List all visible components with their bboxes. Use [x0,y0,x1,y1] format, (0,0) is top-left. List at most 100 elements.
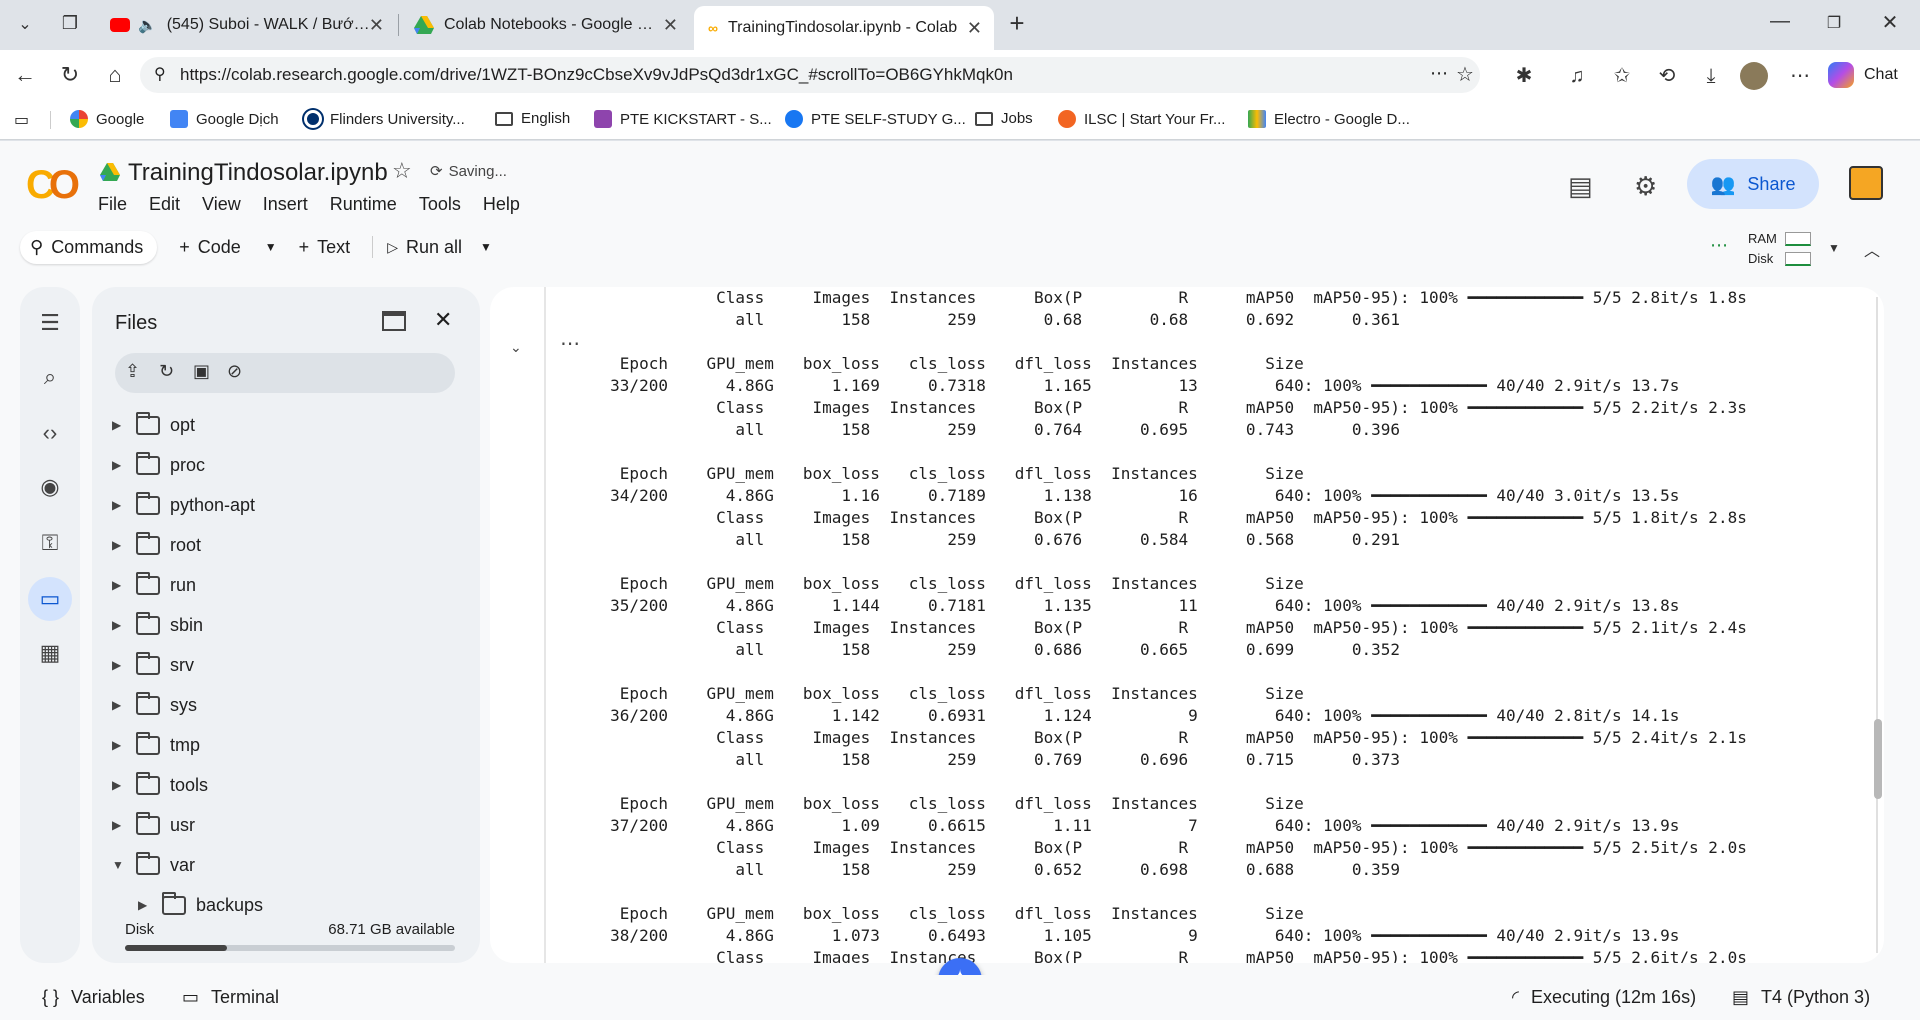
speaker-icon[interactable]: 🔈 [138,16,157,34]
upload-icon[interactable]: ⇪ [125,361,140,382]
menu-edit[interactable]: Edit [149,194,180,215]
terminal-button[interactable]: ▭ Terminal [182,987,279,1008]
menu-insert[interactable]: Insert [263,194,308,215]
settings-gear-icon[interactable]: ⚙ [1634,171,1657,202]
bookmark-star-icon[interactable]: ☆ [1456,62,1474,87]
caret-right-icon[interactable]: ▶ [112,538,136,552]
colab-logo[interactable]: CO [26,163,80,208]
workspaces-icon[interactable]: ❐ [55,8,85,38]
tab-list-button[interactable]: ⌄ [10,8,40,42]
add-code-button[interactable]: + Code ▼ [179,237,276,258]
resource-monitor[interactable]: RAM Disk [1748,229,1777,269]
file-tree-item[interactable]: ▶ usr [112,805,195,845]
runtime-status[interactable]: ▤ T4 (Python 3) [1732,987,1870,1008]
extensions-icon[interactable]: ✱ [1510,62,1538,90]
collapse-output-icon[interactable]: ⌄ [510,339,522,356]
refresh-icon[interactable]: ↻ [159,361,174,382]
run-all-button[interactable]: ▷ Run all ▼ [387,237,492,258]
copilot-chat-button[interactable]: Chat [1828,62,1898,88]
star-icon[interactable]: ☆ [392,158,412,184]
address-bar[interactable]: ⚲ https://colab.research.google.com/driv… [140,57,1480,93]
runtime-dropdown-icon[interactable]: ▼ [1828,241,1840,255]
site-info-icon[interactable]: ⚲ [154,64,166,84]
menu-file[interactable]: File [98,194,127,215]
browser-menu-icon[interactable]: ⋯ [1786,62,1814,90]
code-snippets-icon[interactable]: ‹› [28,411,72,455]
file-tree-item[interactable]: ▼ var [112,845,195,885]
minimize-button[interactable]: — [1760,10,1800,33]
profile-avatar[interactable] [1740,62,1768,90]
table-of-contents-icon[interactable]: ☰ [28,301,72,345]
bookmark-jobs[interactable]: Jobs [975,110,1033,127]
add-text-button[interactable]: + Text [299,237,351,258]
file-tree-item[interactable]: ▶ proc [112,445,205,485]
file-tree-item[interactable]: ▶ run [112,565,196,605]
caret-right-icon[interactable]: ▶ [138,898,162,912]
caret-down-icon[interactable]: ▼ [112,858,136,872]
caret-right-icon[interactable]: ▶ [112,418,136,432]
file-tree-item[interactable]: ▶ root [112,525,201,565]
find-replace-icon[interactable]: ⌕ [28,355,72,399]
bookmark-pte-self-study[interactable]: PTE SELF-STUDY G... [785,110,966,128]
inspector-eye-icon[interactable]: ◉ [28,465,72,509]
back-button[interactable]: ← [10,60,40,90]
caret-right-icon[interactable]: ▶ [112,658,136,672]
mount-drive-icon[interactable]: ▣ [193,361,210,382]
chevron-down-icon[interactable]: ▼ [265,240,277,254]
share-button[interactable]: 👥 Share [1687,159,1819,209]
account-avatar[interactable] [1849,166,1883,200]
new-tab-button[interactable]: + [1002,8,1032,38]
secrets-key-icon[interactable]: ⚿ [28,521,72,565]
close-panel-icon[interactable]: ✕ [434,307,452,333]
file-tree-item[interactable]: ▶ tools [112,765,208,805]
file-tree-item[interactable]: ▶ opt [112,405,195,445]
more-options-icon[interactable]: ⋯ [1430,63,1448,84]
favorites-icon[interactable]: ✩ [1608,62,1636,90]
caret-right-icon[interactable]: ▶ [112,578,136,592]
bookmark-ilsc[interactable]: ILSC | Start Your Fr... [1058,110,1225,128]
menu-tools[interactable]: Tools [419,194,461,215]
comments-icon[interactable]: ▤ [1568,171,1593,202]
tab-youtube[interactable]: 🔈 (545) Suboi - WALK / Bước (O ✕ [96,6,396,44]
drive-icon[interactable] [100,163,120,181]
tab-colab[interactable]: ∞ TrainingTindosolar.ipynb - Colab ✕ [694,6,994,50]
file-tree-item[interactable]: ▶ sys [112,685,197,725]
close-window-button[interactable]: ✕ [1870,10,1910,35]
bookmark-google-dich[interactable]: Google Dịch [170,110,279,128]
variables-button[interactable]: { } Variables [42,987,145,1008]
chevron-down-icon[interactable]: ▼ [480,240,492,254]
bookmark-pte-kickstart[interactable]: PTE KICKSTART - S... [594,110,772,128]
reload-button[interactable]: ↻ [55,60,85,90]
runtime-more-icon[interactable]: ⋯ [1710,235,1728,256]
caret-right-icon[interactable]: ▶ [112,698,136,712]
tab-drive[interactable]: Colab Notebooks - Google Drive ✕ [400,6,690,44]
menu-help[interactable]: Help [483,194,520,215]
open-in-window-icon[interactable] [382,311,406,331]
collapse-header-icon[interactable]: ︿ [1864,237,1880,261]
file-tree-item[interactable]: ▶ python-apt [112,485,255,525]
close-tab-icon[interactable]: ✕ [967,18,982,39]
caret-right-icon[interactable]: ▶ [112,458,136,472]
close-tab-icon[interactable]: ✕ [369,15,384,36]
bookmark-google[interactable]: Google [70,110,144,128]
file-tree-item[interactable]: ▶ tmp [112,725,200,765]
output-scrollbar-thumb[interactable] [1874,719,1882,799]
media-icon[interactable]: ♫ [1563,62,1591,90]
toggle-hidden-icon[interactable]: ⊘ [227,361,242,382]
data-table-icon[interactable]: ▦ [28,631,72,675]
downloads-icon[interactable]: ⤓ [1697,62,1725,90]
caret-right-icon[interactable]: ▶ [112,618,136,632]
caret-right-icon[interactable]: ▶ [112,738,136,752]
commands-button[interactable]: ⚲ Commands [20,230,158,264]
files-folder-icon[interactable]: ▭ [28,577,72,621]
maximize-button[interactable]: ❐ [1814,13,1854,33]
file-tree-item[interactable]: ▶ srv [112,645,194,685]
url-text[interactable]: https://colab.research.google.com/drive/… [180,65,1013,85]
bookmark-electro[interactable]: Electro - Google D... [1248,110,1410,128]
file-tree-item[interactable]: ▶ sbin [112,605,203,645]
history-icon[interactable]: ⟲ [1653,62,1681,90]
caret-right-icon[interactable]: ▶ [112,818,136,832]
bookmark-english[interactable]: English [495,110,570,127]
notebook-name[interactable]: TrainingTindosolar.ipynb [128,159,388,187]
caret-right-icon[interactable]: ▶ [112,778,136,792]
